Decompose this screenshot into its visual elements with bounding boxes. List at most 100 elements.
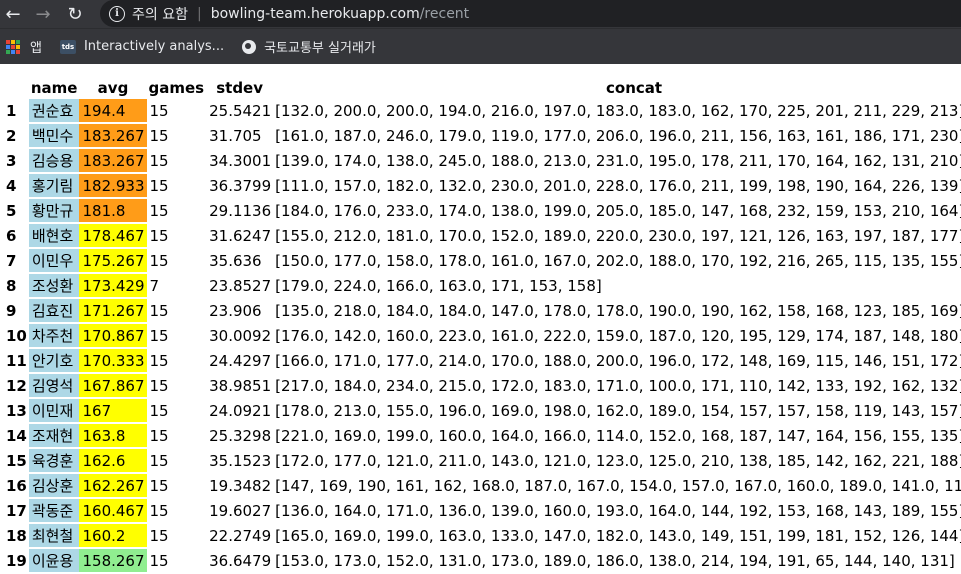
player-name-cell: 이민우 [28, 249, 80, 272]
table-row: 15 육경훈 162.6 15 35.1523 [172.0, 177.0, 121.0,… [3, 449, 961, 472]
stdev-cell: 29.1136 [209, 201, 272, 220]
page-content: name avg games stdev concat 1 권순효 194.4 15 2… [0, 76, 961, 574]
scores-cell: [217.0, 184.0, 234.0, 215.0, 172.0, 183.… [275, 376, 961, 395]
bookmark-label: Interactively analys... [83, 39, 225, 54]
stdev-cell: 25.3298 [209, 426, 272, 445]
table-row: 1 권순효 194.4 15 25.5421 [132.0, 200.0, 200.0, … [3, 99, 961, 122]
player-name-cell: 육경훈 [28, 449, 80, 472]
column-header-stdev: stdev [216, 78, 264, 97]
stdev-cell: 25.5421 [209, 101, 272, 120]
url-path[interactable]: /recent [420, 6, 469, 22]
avg-cell: 183.267 [79, 124, 147, 147]
url-host[interactable]: bowling-team.herokuapp.com [211, 6, 420, 22]
column-header-concat: concat [606, 78, 663, 97]
table-row: 3 김승용 183.267 15 34.3001 [139.0, 174.0, 138.0… [3, 149, 961, 172]
table-row: 9 김효진 171.267 15 23.906 [135.0, 218.0, 184.0,… [3, 299, 961, 322]
bookmark-label: 앱 [30, 41, 42, 56]
stdev-cell: 38.9851 [209, 376, 272, 395]
stdev-cell: 23.8527 [209, 276, 272, 295]
apps-grid-icon [6, 39, 20, 54]
player-name-cell: 안기호 [28, 349, 80, 372]
avg-cell: 182.933 [79, 174, 147, 197]
stdev-cell: 24.4297 [209, 351, 272, 370]
games-cell: 15 [149, 326, 169, 345]
scores-cell: [135.0, 218.0, 184.0, 184.0, 147.0, 178.… [275, 301, 961, 320]
avg-cell: 181.8 [79, 199, 147, 222]
row-index: 19 [6, 551, 27, 570]
avg-cell: 158.267 [79, 549, 147, 572]
player-name-cell: 김효진 [28, 299, 80, 322]
player-name-cell: 홍기림 [28, 174, 80, 197]
row-index: 8 [6, 276, 17, 295]
stdev-cell: 24.0921 [209, 401, 272, 420]
avg-cell: 175.267 [79, 249, 147, 272]
scores-cell: [111.0, 157.0, 182.0, 132.0, 230.0, 201.… [275, 176, 961, 195]
avg-cell: 171.267 [79, 299, 147, 322]
table-row: 11 안기호 170.333 15 24.4297 [166.0, 171.0, 177.… [3, 349, 961, 372]
stdev-cell: 35.1523 [209, 451, 272, 470]
row-index: 17 [6, 501, 27, 520]
table-row: 17 곽동준 160.467 15 19.6027 [136.0, 164.0, 171.… [3, 499, 961, 522]
player-name-cell: 조재현 [28, 424, 80, 447]
row-index: 9 [6, 301, 17, 320]
player-name-cell: 최현철 [28, 524, 80, 547]
browser-toolbar: ← → ↻ i 주의 요함 | bowling-team.herokuapp.c… [0, 0, 961, 28]
avg-cell: 163.8 [79, 424, 147, 447]
table-row: 8 조성환 173.429 7 23.8527 [179.0, 224.0, 166.0,… [3, 274, 961, 297]
table-row: 5 황만규 181.8 15 29.1136 [184.0, 176.0, 233.0, … [3, 199, 961, 222]
row-index: 18 [6, 526, 27, 545]
avg-cell: 162.267 [79, 474, 147, 497]
row-index: 4 [6, 176, 17, 195]
games-cell: 15 [149, 351, 169, 370]
row-index: 5 [6, 201, 17, 220]
table-row: 2 백민수 183.267 15 31.705 [161.0, 187.0, 246.0,… [3, 124, 961, 147]
bookmark-molit[interactable]: 국토교통부 실거래가 [242, 37, 376, 56]
address-separator: | [196, 5, 202, 22]
row-index: 10 [6, 326, 27, 345]
avg-cell: 170.333 [79, 349, 147, 372]
scores-cell: [132.0, 200.0, 200.0, 194.0, 216.0, 197.… [275, 101, 961, 120]
row-index: 14 [6, 426, 27, 445]
security-warning[interactable]: 주의 요함 [132, 4, 188, 24]
scores-cell: [184.0, 176.0, 233.0, 174.0, 138.0, 199.… [275, 201, 961, 220]
avg-cell: 167 [79, 399, 147, 422]
address-bar[interactable]: i 주의 요함 | bowling-team.herokuapp.com/rec… [100, 0, 961, 27]
player-name-cell: 백민수 [28, 124, 80, 147]
stdev-cell: 36.6479 [209, 551, 272, 570]
stdev-cell: 19.3482 [209, 476, 272, 495]
games-cell: 15 [149, 526, 169, 545]
stdev-cell: 34.3001 [209, 151, 272, 170]
table-row: 6 배현호 178.467 15 31.6247 [155.0, 212.0, 181.0… [3, 224, 961, 247]
row-index: 11 [6, 351, 27, 370]
back-arrow-icon[interactable]: ← [2, 3, 24, 25]
avg-cell: 162.6 [79, 449, 147, 472]
bookmark-apps[interactable]: 앱 [0, 37, 42, 56]
scores-cell: [176.0, 142.0, 160.0, 223.0, 161.0, 222.… [275, 326, 961, 345]
games-cell: 15 [149, 101, 169, 120]
info-icon[interactable]: i [109, 5, 125, 22]
index-header [3, 78, 29, 97]
games-cell: 15 [149, 476, 169, 495]
scores-cell: [172.0, 177.0, 121.0, 211.0, 143.0, 121.… [275, 451, 961, 470]
forward-arrow-icon[interactable]: → [32, 3, 54, 25]
row-index: 13 [6, 401, 27, 420]
scores-cell: [150.0, 177.0, 158.0, 178.0, 161.0, 167.… [275, 251, 961, 270]
games-cell: 15 [149, 451, 169, 470]
games-cell: 15 [149, 151, 169, 170]
avg-cell: 167.867 [79, 374, 147, 397]
player-name-cell: 김승용 [28, 149, 80, 172]
reload-icon[interactable]: ↻ [64, 3, 86, 25]
bowling-stats-table: name avg games stdev concat 1 권순효 194.4 15 2… [3, 76, 961, 574]
table-row: 18 최현철 160.2 15 22.2749 [165.0, 169.0, 199.0,… [3, 524, 961, 547]
stdev-cell: 31.6247 [209, 226, 272, 245]
player-name-cell: 조성환 [28, 274, 80, 297]
table-row: 12 김영석 167.867 15 38.9851 [217.0, 184.0, 234.… [3, 374, 961, 397]
scores-cell: [155.0, 212.0, 181.0, 170.0, 152.0, 189.… [275, 226, 961, 245]
player-name-cell: 차주천 [28, 324, 80, 347]
games-cell: 15 [149, 251, 169, 270]
table-row: 7 이민우 175.267 15 35.636 [150.0, 177.0, 158.0,… [3, 249, 961, 272]
games-cell: 15 [149, 401, 169, 420]
table-row: 16 김상훈 162.267 15 19.3482 [147, 169, 190, 161… [3, 474, 961, 497]
bookmark-tableau[interactable]: tds Interactively analys... [59, 39, 225, 54]
table-row: 14 조재현 163.8 15 25.3298 [221.0, 169.0, 199.0,… [3, 424, 961, 447]
